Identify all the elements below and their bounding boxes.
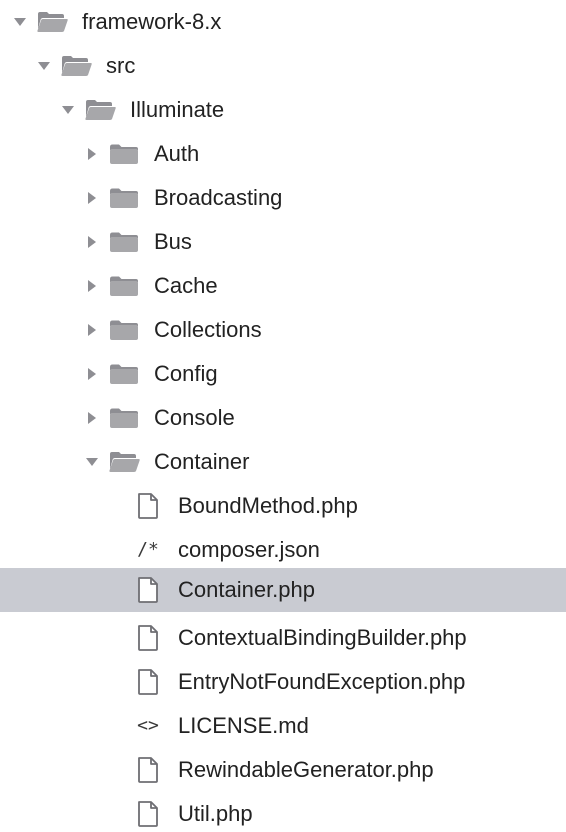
tree-item-label: framework-8.x — [82, 9, 222, 34]
tree-item-label: RewindableGenerator.php — [178, 757, 434, 782]
open-folder-icon — [108, 448, 140, 476]
chevron-down-icon[interactable] — [84, 452, 100, 472]
chevron-right-icon[interactable] — [84, 144, 100, 164]
tree-item-console[interactable]: Console — [0, 396, 566, 440]
chevron-right-icon[interactable] — [84, 188, 100, 208]
tree-item-label: Container.php — [178, 577, 315, 602]
folder-icon — [108, 184, 140, 212]
markup-code-icon: <> — [137, 715, 159, 736]
tree-item-file[interactable]: /* composer.json — [0, 528, 566, 572]
tree-item-label: src — [106, 53, 136, 78]
folder-icon — [108, 360, 140, 388]
tree-item-cache[interactable]: Cache — [0, 264, 566, 308]
chevron-down-icon[interactable] — [60, 100, 76, 120]
tree-item-framework[interactable]: framework-8.x — [0, 0, 566, 44]
tree-item-bus[interactable]: Bus — [0, 220, 566, 264]
open-folder-icon — [36, 8, 68, 36]
open-folder-icon — [60, 52, 92, 80]
folder-icon — [108, 272, 140, 300]
folder-icon — [108, 140, 140, 168]
chevron-right-icon[interactable] — [84, 276, 100, 296]
document-icon — [134, 576, 162, 604]
chevron-down-icon[interactable] — [12, 12, 28, 32]
tree-item-label: Illuminate — [130, 97, 225, 122]
document-icon — [134, 668, 162, 696]
tree-item-label: Container — [154, 449, 250, 474]
tree-item-auth[interactable]: Auth — [0, 132, 566, 176]
tree-item-config[interactable]: Config — [0, 352, 566, 396]
tree-item-label: Broadcasting — [154, 185, 283, 210]
document-icon — [134, 492, 162, 520]
document-icon — [134, 800, 162, 828]
document-icon — [134, 756, 162, 784]
folder-icon — [108, 228, 140, 256]
tree-item-file[interactable]: <> LICENSE.md — [0, 704, 566, 748]
file-tree: framework-8.x src Illuminate Auth Broadc… — [0, 0, 566, 832]
folder-icon — [108, 316, 140, 344]
tree-item-label: EntryNotFoundException.php — [178, 669, 466, 694]
tree-item-collections[interactable]: Collections — [0, 308, 566, 352]
json-comment-icon: /* — [137, 539, 159, 560]
tree-item-label: Util.php — [178, 801, 253, 826]
tree-item-label: LICENSE.md — [178, 713, 309, 738]
tree-item-file[interactable]: RewindableGenerator.php — [0, 748, 566, 792]
tree-item-src[interactable]: src — [0, 44, 566, 88]
tree-item-illuminate[interactable]: Illuminate — [0, 88, 566, 132]
chevron-right-icon[interactable] — [84, 408, 100, 428]
tree-item-label: Cache — [154, 273, 218, 298]
tree-item-label: BoundMethod.php — [178, 493, 358, 518]
tree-item-label: composer.json — [178, 537, 320, 562]
folder-icon — [108, 404, 140, 432]
tree-item-file-selected[interactable]: Container.php — [0, 568, 566, 612]
tree-item-label: ContextualBindingBuilder.php — [178, 625, 467, 650]
chevron-down-icon[interactable] — [36, 56, 52, 76]
chevron-right-icon[interactable] — [84, 320, 100, 340]
tree-item-broadcasting[interactable]: Broadcasting — [0, 176, 566, 220]
tree-item-file[interactable]: BoundMethod.php — [0, 484, 566, 528]
tree-item-file[interactable]: Util.php — [0, 792, 566, 832]
tree-item-file[interactable]: EntryNotFoundException.php — [0, 660, 566, 704]
chevron-right-icon[interactable] — [84, 364, 100, 384]
open-folder-icon — [84, 96, 116, 124]
tree-item-label: Bus — [154, 229, 192, 254]
tree-item-container[interactable]: Container — [0, 440, 566, 484]
tree-item-file[interactable]: ContextualBindingBuilder.php — [0, 616, 566, 660]
chevron-right-icon[interactable] — [84, 232, 100, 252]
tree-item-label: Auth — [154, 141, 200, 166]
tree-item-label: Config — [154, 361, 218, 386]
tree-item-label: Console — [154, 405, 235, 430]
tree-item-label: Collections — [154, 317, 262, 342]
document-icon — [134, 624, 162, 652]
